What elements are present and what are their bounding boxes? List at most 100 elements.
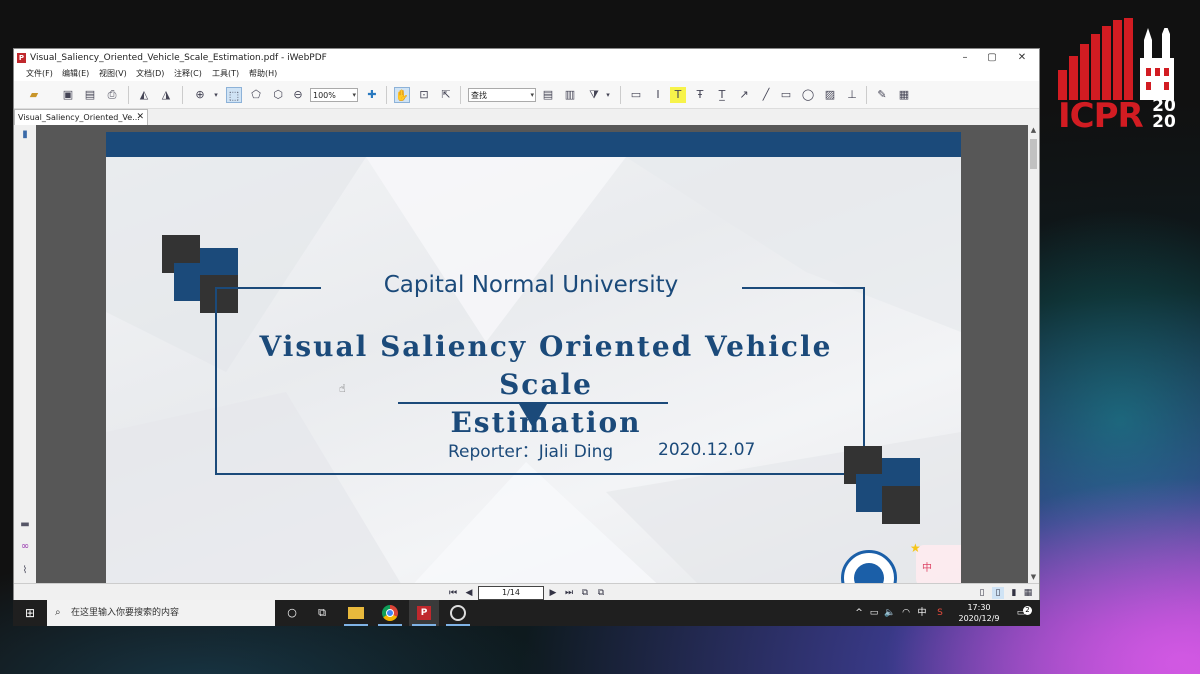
cortana-icon[interactable]: ○ bbox=[281, 600, 303, 626]
zoom-plus-icon[interactable]: ✚ bbox=[364, 87, 380, 103]
slide-header-band bbox=[106, 132, 961, 157]
scrollbar-thumb[interactable] bbox=[1030, 139, 1037, 169]
ellipse-icon[interactable]: ◯ bbox=[800, 87, 816, 103]
search-icon: ⌕ bbox=[55, 607, 61, 618]
menu-file[interactable]: 文件(F) bbox=[26, 67, 53, 81]
show-hidden-icons[interactable]: ^ bbox=[853, 600, 865, 626]
menu-tools[interactable]: 工具(T) bbox=[212, 67, 239, 81]
rectangle-icon[interactable]: ▭ bbox=[778, 87, 794, 103]
file-explorer-icon[interactable] bbox=[341, 600, 371, 626]
filter-icon[interactable]: ⧩ bbox=[586, 87, 602, 103]
decor-square bbox=[882, 486, 920, 524]
scroll-down-icon[interactable]: ▼ bbox=[1029, 573, 1038, 582]
obs-studio-icon[interactable] bbox=[443, 600, 473, 626]
university-name: Capital Normal University bbox=[383, 272, 679, 298]
reporter-label: Reporter：Jiali Ding bbox=[448, 442, 614, 462]
fit-page-icon[interactable]: ⬠ bbox=[248, 87, 264, 103]
open-folder-icon[interactable]: ▰ bbox=[26, 87, 42, 103]
sign-icon[interactable]: ✎ bbox=[874, 87, 890, 103]
next-view-icon[interactable]: ⧉ bbox=[595, 587, 607, 599]
menu-document[interactable]: 文档(D) bbox=[136, 67, 164, 81]
star-icon: ★ bbox=[910, 541, 921, 555]
form-icon[interactable]: ▦ bbox=[896, 87, 912, 103]
text-insert-icon[interactable]: I bbox=[650, 87, 666, 103]
toolbar: ▰ ▣ ▤ ⎙ ◭ ◮ ⊕ ▾ ⬚ ⬠ ⬡ ⊖ 100% ▾ ✚ ✋ ⊡ ⇱ 查找… bbox=[14, 81, 1039, 109]
menu-edit[interactable]: 编辑(E) bbox=[62, 67, 89, 81]
zoom-in-icon[interactable]: ⊕ bbox=[192, 87, 208, 103]
highlight-icon[interactable]: T bbox=[670, 87, 686, 103]
facing-page-icon[interactable]: ▮ bbox=[1008, 587, 1020, 599]
print-icon[interactable]: ⎙ bbox=[104, 87, 120, 103]
menu-comment[interactable]: 注释(C) bbox=[174, 67, 202, 81]
arrow-icon[interactable]: ↗ bbox=[736, 87, 752, 103]
rotate-left-icon[interactable]: ◭ bbox=[136, 87, 152, 103]
iwebpdf-taskbar-icon[interactable]: P bbox=[409, 600, 439, 626]
zoom-out-icon[interactable]: ⊖ bbox=[290, 87, 306, 103]
comment-panel-icon[interactable]: ▬ bbox=[19, 519, 31, 531]
volume-icon[interactable]: 🔈 bbox=[883, 600, 897, 626]
chevron-down-icon: ▾ bbox=[352, 91, 356, 99]
rotate-right-icon[interactable]: ◮ bbox=[158, 87, 174, 103]
underline-text-icon[interactable]: T̲ bbox=[714, 87, 730, 103]
close-tab-icon[interactable]: ✕ bbox=[136, 110, 144, 125]
close-button[interactable]: ✕ bbox=[1007, 49, 1037, 67]
marquee-select-icon[interactable]: ⬚ bbox=[226, 87, 242, 103]
scroll-up-icon[interactable]: ▲ bbox=[1029, 126, 1038, 135]
single-page-icon[interactable]: ▯ bbox=[976, 587, 988, 599]
line-icon[interactable]: ╱ bbox=[758, 87, 774, 103]
document-tab-label: Visual_Saliency_Oriented_Ve... bbox=[18, 113, 140, 122]
hand-tool-icon[interactable]: ✋ bbox=[394, 87, 410, 103]
zoom-dropdown-icon[interactable]: ▾ bbox=[212, 87, 220, 103]
zoom-level-select[interactable]: 100% ▾ bbox=[310, 88, 358, 102]
document-tab-bar: Visual_Saliency_Oriented_Ve... ✕ bbox=[14, 109, 1039, 125]
find-input[interactable]: 查找 ▾ bbox=[468, 88, 536, 102]
title-triangle bbox=[519, 404, 547, 428]
image-icon[interactable]: ▨ bbox=[822, 87, 838, 103]
menu-view[interactable]: 视图(V) bbox=[99, 67, 127, 81]
page-navigation-bar: ⏮ ◀ 1/14 ▶ ⏭ ⧉ ⧉ ▯ ▯ ▮ ▦ bbox=[14, 583, 1039, 601]
save-as-icon[interactable]: ▤ bbox=[82, 87, 98, 103]
document-tab[interactable]: Visual_Saliency_Oriented_Ve... ✕ bbox=[14, 109, 148, 125]
next-page-icon[interactable]: ▶ bbox=[547, 587, 559, 599]
logo-text: ICPR bbox=[1058, 96, 1144, 136]
document-viewer[interactable]: Capital Normal University Visual Salienc… bbox=[36, 125, 1030, 583]
previous-page-icon[interactable]: ◀ bbox=[463, 587, 475, 599]
task-view-icon[interactable]: ⧉ bbox=[311, 600, 333, 626]
ime-indicator[interactable]: 中 bbox=[915, 600, 929, 626]
windows-start-icon[interactable]: ⊞ bbox=[19, 600, 41, 626]
find-previous-icon[interactable]: ▤ bbox=[540, 87, 556, 103]
last-page-icon[interactable]: ⏭ bbox=[563, 587, 575, 599]
save-icon[interactable]: ▣ bbox=[60, 87, 76, 103]
sogou-ime-icon[interactable]: S bbox=[933, 600, 947, 626]
maximize-button[interactable]: ▢ bbox=[977, 49, 1007, 67]
ime-sticker[interactable]: 中 ★ ☺ bbox=[910, 541, 961, 583]
previous-view-icon[interactable]: ⧉ bbox=[579, 587, 591, 599]
minimize-button[interactable]: – bbox=[950, 49, 980, 67]
filter-dropdown-icon[interactable]: ▾ bbox=[604, 87, 612, 103]
continuous-page-icon[interactable]: ▯ bbox=[992, 587, 1004, 599]
attachment-panel-icon[interactable]: ⌇ bbox=[19, 565, 31, 577]
title-bar: P Visual_Saliency_Oriented_Vehicle_Scale… bbox=[14, 49, 1039, 67]
clock[interactable]: 17:30 2020/12/9 bbox=[953, 602, 1005, 624]
menu-help[interactable]: 帮助(H) bbox=[249, 67, 277, 81]
vertical-scrollbar[interactable]: ▲ ▼ bbox=[1028, 125, 1039, 583]
pdf-page: Capital Normal University Visual Salienc… bbox=[106, 132, 961, 583]
find-next-icon[interactable]: ▥ bbox=[562, 87, 578, 103]
stamp-icon[interactable]: ⊥ bbox=[844, 87, 860, 103]
first-page-icon[interactable]: ⏮ bbox=[447, 587, 459, 599]
battery-icon[interactable]: ▭ bbox=[867, 600, 881, 626]
chrome-icon[interactable] bbox=[375, 600, 405, 626]
select-text-icon[interactable]: ⇱ bbox=[438, 87, 454, 103]
strikethrough-icon[interactable]: Ŧ bbox=[692, 87, 708, 103]
comment-icon[interactable]: ▭ bbox=[628, 87, 644, 103]
network-icon[interactable]: ◠ bbox=[899, 600, 913, 626]
notification-center-icon[interactable]: ▭ 2 bbox=[1011, 600, 1032, 626]
snapshot-icon[interactable]: ⊡ bbox=[416, 87, 432, 103]
continuous-facing-icon[interactable]: ▦ bbox=[1022, 587, 1034, 599]
taskbar-search-input[interactable]: ⌕ 在这里输入你要搜索的内容 bbox=[47, 600, 275, 626]
castle-icon bbox=[1140, 28, 1174, 100]
link-panel-icon[interactable]: ∞ bbox=[19, 541, 31, 553]
page-number-input[interactable]: 1/14 bbox=[478, 586, 544, 600]
fit-width-icon[interactable]: ⬡ bbox=[270, 87, 286, 103]
bookmark-panel-icon[interactable]: ▮ bbox=[19, 129, 31, 141]
